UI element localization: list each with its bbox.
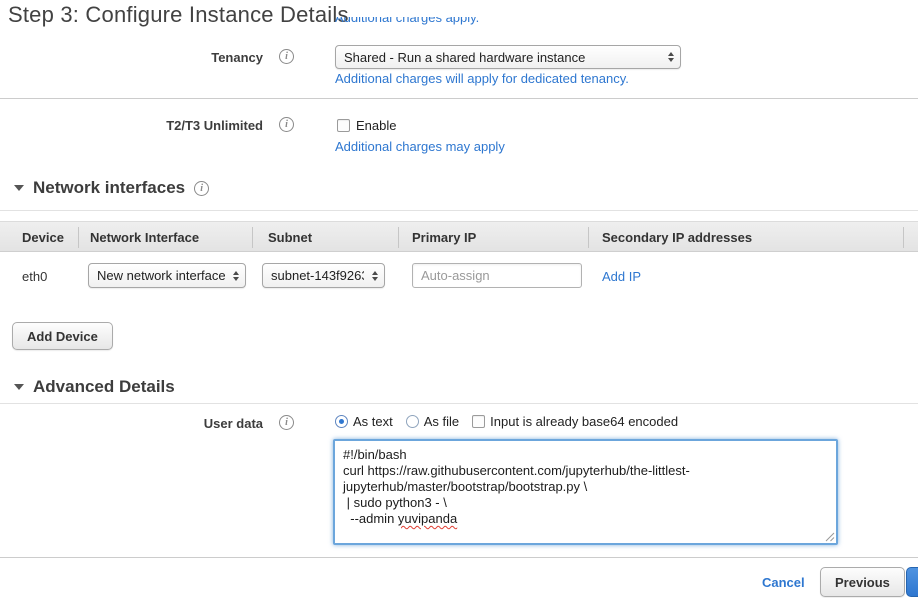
t2t3-info-icon[interactable]: i xyxy=(279,117,294,132)
network-interfaces-info-icon[interactable]: i xyxy=(194,181,209,196)
network-interface-select[interactable]: New network interface xyxy=(88,263,246,288)
user-data-line: --admin yuvipanda xyxy=(343,511,828,527)
as-text-label: As text xyxy=(353,414,393,429)
t2t3-label: T2/T3 Unlimited xyxy=(0,118,263,133)
as-text-radio[interactable] xyxy=(335,415,348,428)
primary-ip-field-wrap xyxy=(412,263,582,288)
tenancy-select[interactable]: Shared - Run a shared hardware instance xyxy=(335,45,681,69)
divider xyxy=(0,403,918,404)
as-file-radio[interactable] xyxy=(406,415,419,428)
base64-label: Input is already base64 encoded xyxy=(490,414,678,429)
user-data-line: #!/bin/bash xyxy=(343,447,828,463)
tenancy-info-icon[interactable]: i xyxy=(279,49,294,64)
collapse-triangle-icon xyxy=(14,384,24,390)
misspelled-word: yuvipanda xyxy=(398,511,457,526)
add-device-button[interactable]: Add Device xyxy=(12,322,113,350)
device-name: eth0 xyxy=(22,269,47,284)
divider xyxy=(0,557,918,558)
cancel-link[interactable]: Cancel xyxy=(762,575,805,590)
next-button[interactable] xyxy=(906,567,918,597)
previous-button[interactable]: Previous xyxy=(820,567,905,597)
col-header-network-interface: Network Interface xyxy=(90,230,199,245)
column-divider xyxy=(903,227,904,248)
select-arrows-icon xyxy=(233,271,239,281)
network-interfaces-section-header[interactable]: Network interfaces i xyxy=(14,178,209,198)
advanced-details-title: Advanced Details xyxy=(33,377,175,397)
user-data-line: curl https://raw.githubusercontent.com/j… xyxy=(343,463,828,479)
column-divider xyxy=(398,227,399,248)
advanced-details-section-header[interactable]: Advanced Details xyxy=(14,377,175,397)
col-header-device: Device xyxy=(22,230,64,245)
column-divider xyxy=(588,227,589,248)
user-data-info-icon[interactable]: i xyxy=(279,415,294,430)
user-data-line: | sudo python3 - \ xyxy=(343,495,828,511)
add-ip-link[interactable]: Add IP xyxy=(602,269,641,284)
t2t3-enable-checkbox[interactable] xyxy=(337,119,350,132)
user-data-textarea[interactable]: #!/bin/bash curl https://raw.githubuserc… xyxy=(333,439,838,545)
column-divider xyxy=(78,227,79,248)
divider xyxy=(0,210,918,211)
tenancy-charges-link[interactable]: Additional charges will apply for dedica… xyxy=(335,71,629,86)
user-data-options: As text As file Input is already base64 … xyxy=(335,414,678,429)
network-interfaces-title: Network interfaces xyxy=(33,178,185,198)
divider xyxy=(0,98,918,99)
subnet-select-value: subnet-143f9263 xyxy=(271,268,364,283)
additional-charges-link-clipped[interactable]: Additional charges apply. xyxy=(335,17,479,25)
user-data-label: User data xyxy=(0,416,263,431)
tenancy-label: Tenancy xyxy=(0,50,263,65)
col-header-secondary-ip: Secondary IP addresses xyxy=(602,230,752,245)
network-table-header: Device Network Interface Subnet Primary … xyxy=(0,221,918,252)
col-header-subnet: Subnet xyxy=(268,230,312,245)
select-arrows-icon xyxy=(372,271,378,281)
collapse-triangle-icon xyxy=(14,185,24,191)
t2t3-charges-link[interactable]: Additional charges may apply xyxy=(335,139,505,154)
subnet-select[interactable]: subnet-143f9263 xyxy=(262,263,385,288)
t2t3-enable-label: Enable xyxy=(356,118,396,133)
tenancy-select-value: Shared - Run a shared hardware instance xyxy=(344,50,585,65)
clipped-row: Additional charges apply. xyxy=(335,17,479,30)
col-header-primary-ip: Primary IP xyxy=(412,230,476,245)
as-file-label: As file xyxy=(424,414,459,429)
configure-instance-page: Step 3: Configure Instance Details Addit… xyxy=(0,0,918,598)
resize-handle[interactable] xyxy=(825,532,835,542)
primary-ip-input[interactable] xyxy=(421,268,573,283)
select-arrows-icon xyxy=(668,52,674,62)
base64-checkbox[interactable] xyxy=(472,415,485,428)
user-data-line: jupyterhub/master/bootstrap/bootstrap.py… xyxy=(343,479,828,495)
page-title: Step 3: Configure Instance Details xyxy=(8,2,349,28)
column-divider xyxy=(252,227,253,248)
network-interface-select-value: New network interface xyxy=(97,268,225,283)
